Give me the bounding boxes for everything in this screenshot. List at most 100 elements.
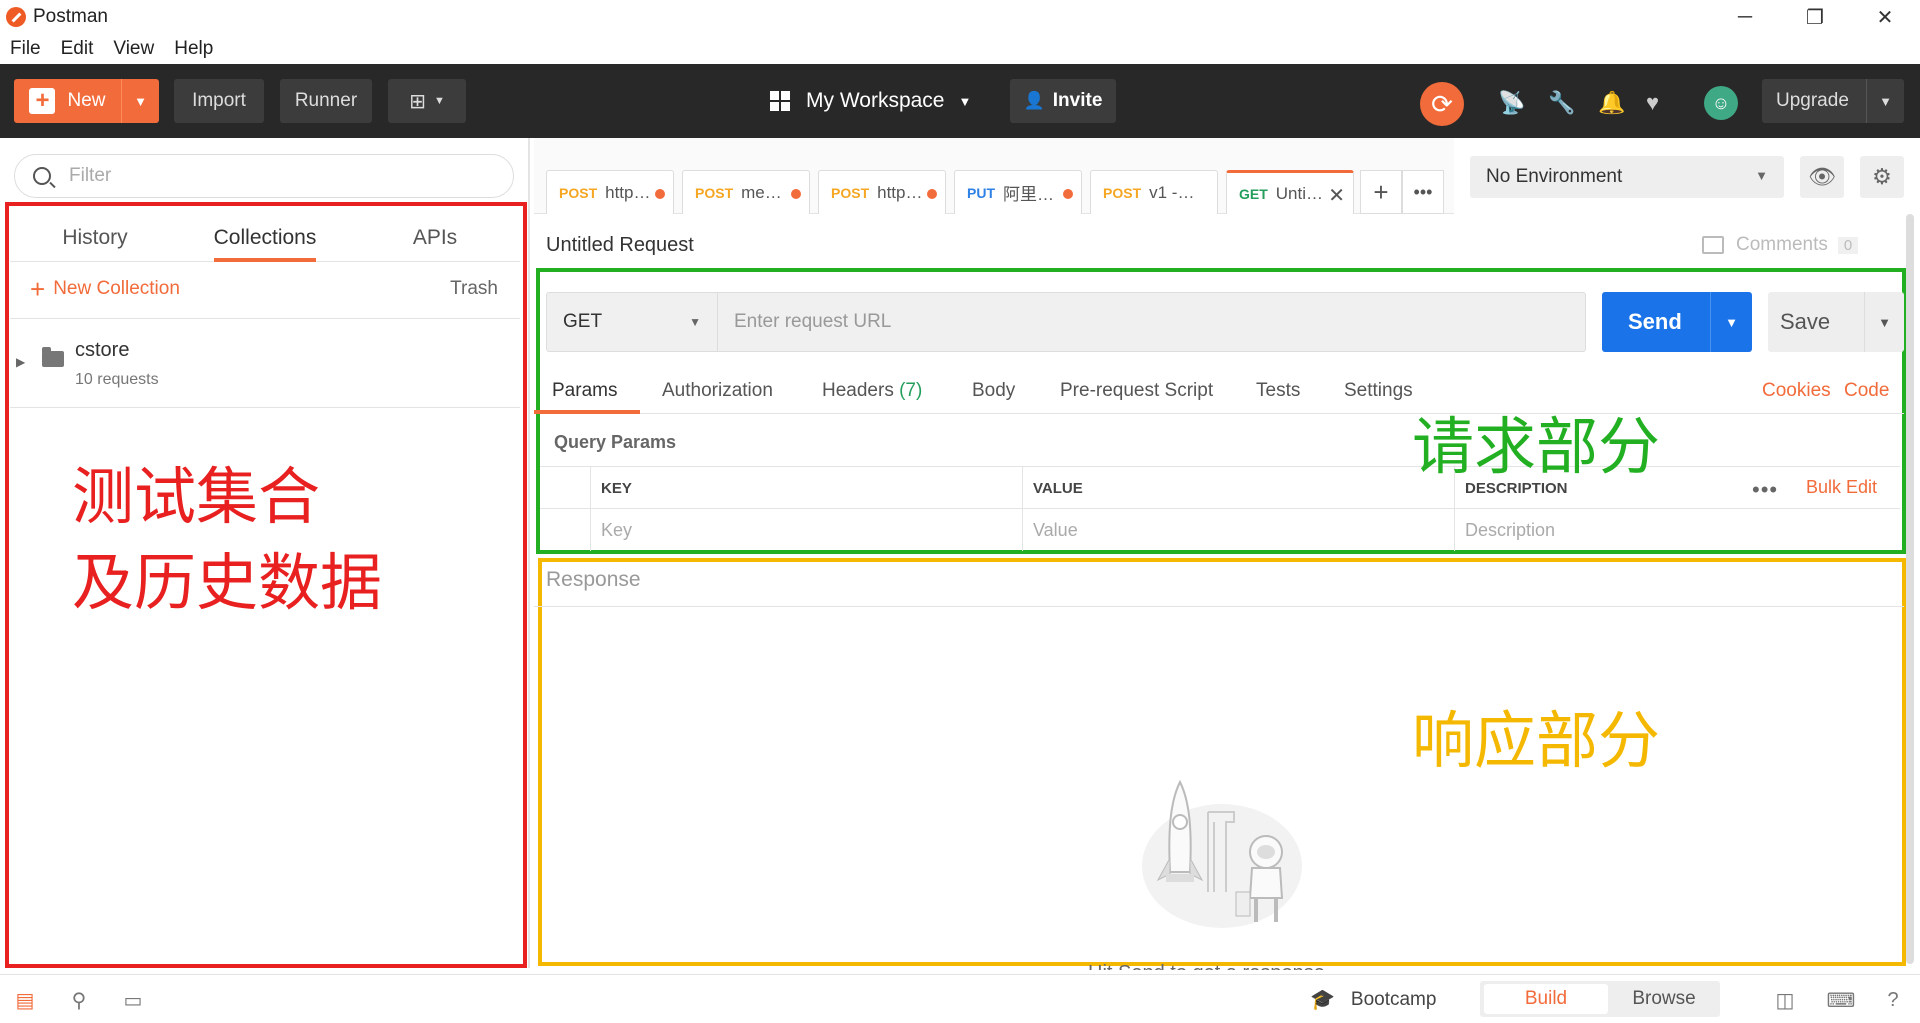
add-window-icon: ⊞ xyxy=(409,90,426,113)
code-link[interactable]: Code xyxy=(1844,380,1889,402)
filter-input[interactable]: Filter xyxy=(14,154,514,198)
method-badge: POST xyxy=(1103,184,1142,201)
query-params-title: Query Params xyxy=(554,432,677,452)
build-mode-button[interactable]: Build xyxy=(1484,984,1608,1014)
tab-params[interactable]: Params xyxy=(552,380,617,402)
minimize-button[interactable]: ─ xyxy=(1710,0,1780,34)
import-button[interactable]: Import xyxy=(174,79,264,123)
method-badge: POST xyxy=(831,184,870,201)
upgrade-label: Upgrade xyxy=(1776,90,1849,111)
gear-icon[interactable]: ⚙ xyxy=(1860,156,1904,198)
chevron-down-icon: ▼ xyxy=(958,93,972,109)
find-icon[interactable]: ⚲ xyxy=(68,989,90,1012)
heart-icon[interactable]: ♥ xyxy=(1646,90,1659,116)
method-select[interactable]: GET ▼ xyxy=(546,292,718,352)
tab-authorization[interactable]: Authorization xyxy=(662,380,773,402)
value-input[interactable]: Value xyxy=(1022,509,1454,551)
save-button[interactable]: Save ▼ xyxy=(1768,292,1904,352)
close-window-button[interactable]: ✕ xyxy=(1850,0,1920,34)
chevron-down-icon[interactable]: ▼ xyxy=(1864,292,1904,352)
scrollbar[interactable] xyxy=(1906,214,1914,964)
console-icon[interactable]: ▭ xyxy=(122,989,144,1012)
unsaved-dot-icon xyxy=(1063,189,1073,199)
postman-logo-icon xyxy=(6,7,26,27)
tab-headers[interactable]: Headers (7) xyxy=(822,380,922,402)
workspace-selector[interactable]: My Workspace ▼ xyxy=(770,79,971,123)
tab-body[interactable]: Body xyxy=(972,380,1015,402)
sync-icon[interactable]: ⟳ xyxy=(1420,82,1464,126)
column-value: VALUE xyxy=(1022,467,1454,509)
menu-file[interactable]: File xyxy=(10,38,41,60)
plus-icon: + xyxy=(29,88,56,114)
request-tab[interactable]: POST v1 -… xyxy=(1090,170,1218,214)
menu-view[interactable]: View xyxy=(113,38,154,60)
menu-help[interactable]: Help xyxy=(174,38,213,60)
restore-button[interactable]: ❐ xyxy=(1780,0,1850,34)
request-tab[interactable]: POST me… xyxy=(682,170,810,214)
tab-settings[interactable]: Settings xyxy=(1344,380,1413,402)
app-title: Postman xyxy=(33,6,108,27)
request-subtabs: Params Authorization Headers (7) Body Pr… xyxy=(534,366,1904,414)
two-pane-icon[interactable]: ◫ xyxy=(1774,989,1796,1012)
invite-label: Invite xyxy=(1052,90,1103,111)
close-icon[interactable]: ✕ xyxy=(1328,183,1345,208)
add-user-icon: 👤 xyxy=(1023,91,1045,110)
more-options-icon[interactable]: ••• xyxy=(1752,477,1778,503)
menu-bar: File Edit View Help xyxy=(0,34,1920,64)
description-input[interactable]: Description xyxy=(1454,509,1894,551)
new-button-label: New xyxy=(67,90,106,111)
table-row: Key Value Description xyxy=(540,509,1900,551)
help-icon[interactable]: ? xyxy=(1882,989,1904,1011)
comment-icon xyxy=(1702,236,1724,254)
browse-mode-button[interactable]: Browse xyxy=(1612,984,1716,1014)
response-hint: Hit Send to get a response xyxy=(1088,962,1325,970)
send-label: Send xyxy=(1628,309,1682,334)
request-tab-active[interactable]: GET Unti… ✕ xyxy=(1226,170,1354,214)
new-button[interactable]: + New ▼ xyxy=(14,79,159,123)
method-badge: PUT xyxy=(967,184,995,201)
avatar[interactable]: ☺ xyxy=(1704,86,1738,120)
tab-name: me… xyxy=(741,182,782,202)
bootcamp-button[interactable]: 🎓 Bootcamp xyxy=(1310,987,1436,1012)
response-title: Response xyxy=(546,568,641,591)
environment-selector[interactable]: No Environment ▼ xyxy=(1470,156,1784,198)
comments-button[interactable]: Comments 0 xyxy=(1702,234,1859,256)
cookies-link[interactable]: Cookies xyxy=(1762,380,1831,402)
unsaved-dot-icon xyxy=(655,189,665,199)
wrench-icon[interactable]: 🔧 xyxy=(1548,90,1575,116)
invite-button[interactable]: 👤 Invite xyxy=(1010,79,1116,123)
keyboard-icon[interactable]: ⌨ xyxy=(1827,989,1856,1012)
method-badge: POST xyxy=(695,184,734,201)
method-badge: GET xyxy=(1239,185,1268,202)
more-tabs-icon[interactable]: ••• xyxy=(1402,170,1444,214)
key-input[interactable]: Key xyxy=(590,509,1022,551)
method-badge: POST xyxy=(559,184,598,201)
grid-icon xyxy=(770,91,790,111)
menu-edit[interactable]: Edit xyxy=(61,38,94,60)
runner-button[interactable]: Runner xyxy=(280,79,372,123)
new-window-button[interactable]: ⊞ ▼ xyxy=(388,79,466,123)
chevron-down-icon[interactable]: ▼ xyxy=(121,79,159,123)
bell-icon[interactable]: 🔔 xyxy=(1598,90,1625,116)
request-tab[interactable]: POST http… xyxy=(818,170,946,214)
url-input[interactable]: Enter request URL xyxy=(718,292,1586,352)
tab-headers-label: Headers xyxy=(822,380,894,401)
eye-icon[interactable]: 👁 xyxy=(1800,156,1844,198)
satellite-icon[interactable]: 📡 xyxy=(1498,90,1525,116)
chevron-down-icon[interactable]: ▼ xyxy=(1710,292,1752,352)
tab-pre-request-script[interactable]: Pre-request Script xyxy=(1060,380,1213,402)
add-tab-button[interactable]: + xyxy=(1360,170,1402,214)
upgrade-button[interactable]: Upgrade ▼ xyxy=(1762,79,1904,123)
tab-tests[interactable]: Tests xyxy=(1256,380,1300,402)
request-name[interactable]: Untitled Request xyxy=(546,234,694,257)
sidebar-toggle-icon[interactable]: ▤ xyxy=(14,989,36,1012)
bulk-edit-link[interactable]: Bulk Edit xyxy=(1806,477,1877,498)
save-label: Save xyxy=(1780,309,1831,334)
request-tab[interactable]: PUT 阿里… xyxy=(954,170,1082,214)
unsaved-dot-icon xyxy=(927,189,937,199)
chevron-down-icon[interactable]: ▼ xyxy=(1866,79,1904,123)
request-tab[interactable]: POST http… xyxy=(546,170,674,214)
send-button[interactable]: Send ▼ xyxy=(1602,292,1752,352)
params-table: KEY VALUE DESCRIPTION ••• Bulk Edit Key … xyxy=(540,466,1900,551)
comments-label: Comments xyxy=(1736,234,1828,255)
